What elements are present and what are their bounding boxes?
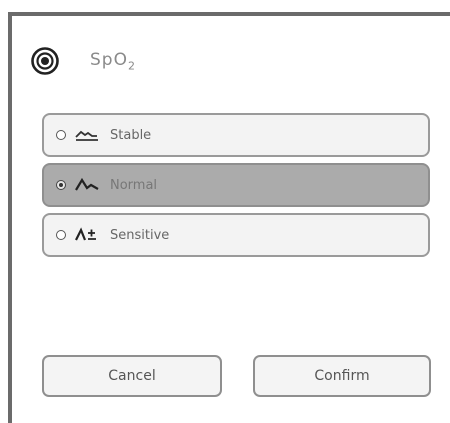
- sensitivity-option-group: Stable Normal Sensitive: [42, 113, 432, 261]
- page-title: SpO2: [90, 49, 136, 73]
- option-stable[interactable]: Stable: [42, 113, 430, 157]
- radio-stable[interactable]: [56, 130, 66, 140]
- confirm-button[interactable]: Confirm: [253, 355, 431, 397]
- option-label-sensitive: Sensitive: [110, 227, 170, 243]
- radio-sensitive[interactable]: [56, 230, 66, 240]
- option-normal[interactable]: Normal: [42, 163, 430, 207]
- option-sensitive[interactable]: Sensitive: [42, 213, 430, 257]
- option-label-stable: Stable: [110, 127, 152, 143]
- dialog-header: SpO2: [30, 44, 136, 78]
- normal-wave-icon: [75, 177, 99, 191]
- spo2-target-icon: [31, 47, 59, 75]
- stable-wave-icon: [75, 130, 98, 141]
- sensitive-wave-icon: [75, 227, 96, 241]
- radio-normal[interactable]: [56, 180, 66, 190]
- option-label-normal: Normal: [110, 177, 158, 193]
- cancel-button[interactable]: Cancel: [42, 355, 222, 397]
